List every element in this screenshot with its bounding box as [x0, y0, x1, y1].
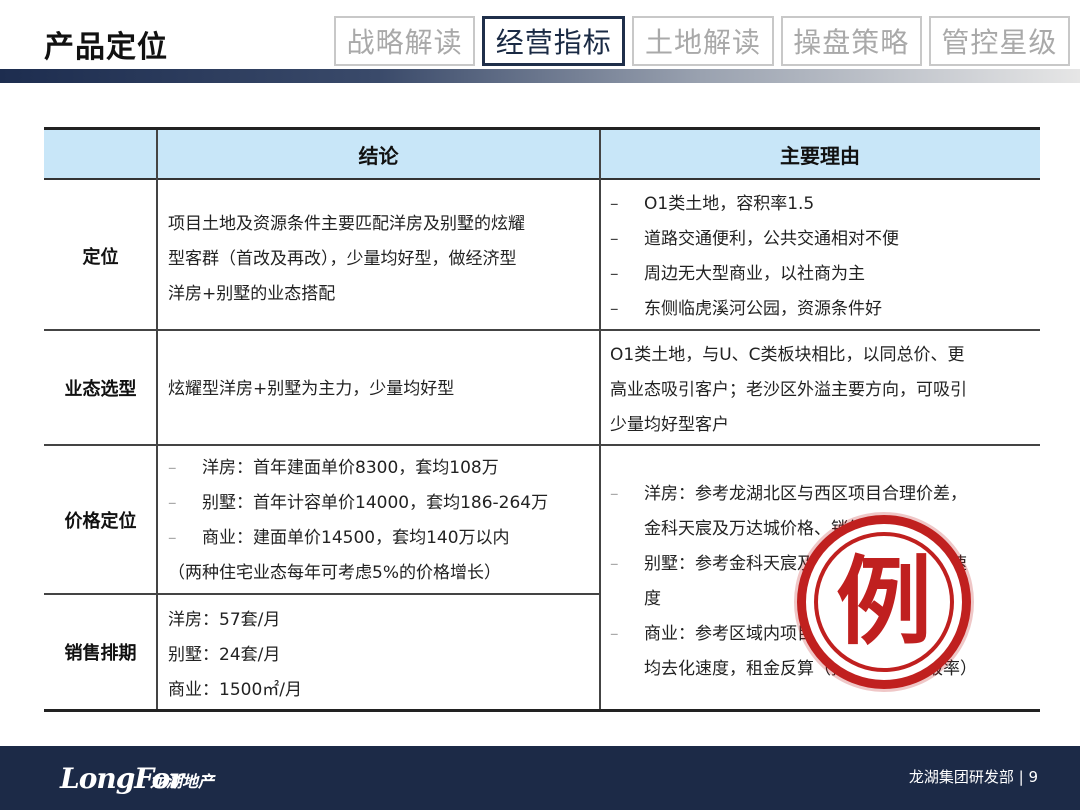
positioning-conclusion-line: 洋房+别墅的业态搭配	[168, 284, 336, 304]
positioning-conclusion-line: 项目土地及资源条件主要匹配洋房及别墅的炫耀	[168, 214, 525, 234]
row-divider-2	[44, 444, 1040, 446]
list-item: – 别墅：首年计容单价14000，套均186-264万	[168, 486, 593, 521]
format-reasons: O1类土地，与U、C类板块相比，以同总价、更 高业态吸引客户；老沙区外溢主要方向…	[610, 338, 1035, 443]
example-stamp: 例	[797, 515, 971, 689]
stamp-inner-ring: 例	[814, 532, 954, 672]
table-bottom-rule	[44, 709, 1040, 712]
header-reasons: 主要理由	[600, 130, 1040, 180]
list-item: – 东侧临虎溪河公园，资源条件好	[610, 292, 1035, 327]
stamp-char: 例	[836, 546, 932, 658]
sales-conclusion: 洋房：57套/月 别墅：24套/月 商业：1500㎡/月	[168, 603, 593, 708]
sales-line: 别墅：24套/月	[168, 645, 281, 665]
pricing-conclusion: – 洋房：首年建面单价8300，套均108万 – 别墅：首年计容单价14000，套均…	[168, 451, 593, 591]
column-divider-2	[599, 130, 601, 709]
header-conclusion: 结论	[157, 130, 600, 180]
list-item: – O1类土地，容积率1.5	[610, 187, 1035, 222]
sales-line: 商业：1500㎡/月	[168, 680, 302, 700]
section-tabs: 战略解读 经营指标 土地解读 操盘策略 管控星级	[334, 16, 1071, 66]
dash-bullet-icon: –	[168, 493, 177, 513]
format-reasons-line: 高业态吸引客户；老沙区外溢主要方向，可吸引	[610, 380, 967, 400]
row-label-positioning: 定位	[82, 246, 119, 268]
dash-bullet-icon: –	[168, 528, 177, 548]
format-reasons-line: 少量均好型客户	[610, 415, 729, 435]
dash-bullet-icon: –	[610, 229, 619, 249]
row-divider-1	[44, 329, 1040, 331]
format-reasons-line: O1类土地，与U、C类板块相比，以同总价、更	[610, 345, 965, 365]
header-corner-cell	[44, 130, 157, 180]
positioning-reasons: – O1类土地，容积率1.5 – 道路交通便利，公共交通相对不便 – 周边无大型商业，…	[610, 187, 1035, 327]
format-conclusion-text: 炫耀型洋房+别墅为主力，少量均好型	[168, 379, 455, 399]
positioning-conclusion: 项目土地及资源条件主要匹配洋房及别墅的炫耀 型客群（首改及再改），少量均好型，做…	[168, 207, 593, 312]
list-item: – 洋房：首年建面单价8300，套均108万	[168, 451, 593, 486]
dash-bullet-icon: –	[610, 194, 619, 214]
tab-operating-metrics[interactable]: 经营指标	[482, 16, 626, 66]
tab-control-rating[interactable]: 管控星级	[928, 16, 1071, 66]
list-item: – 周边无大型商业，以社商为主	[610, 257, 1035, 292]
dash-bullet-icon: –	[610, 554, 619, 574]
tab-operation-strategy[interactable]: 操盘策略	[780, 16, 922, 66]
page-title: 产品定位	[44, 30, 168, 65]
header-gradient-bar	[0, 69, 1080, 83]
dash-bullet-icon: –	[610, 299, 619, 319]
dash-bullet-icon: –	[168, 458, 177, 478]
dash-bullet-icon: –	[610, 264, 619, 284]
positioning-conclusion-line: 型客群（首改及再改），少量均好型，做经济型	[168, 249, 517, 269]
row-label-sales: 销售排期	[64, 643, 137, 664]
format-conclusion: 炫耀型洋房+别墅为主力，少量均好型	[168, 372, 593, 407]
sales-line: 洋房：57套/月	[168, 610, 281, 630]
footer-department-page: 龙湖集团研发部 | 9	[908, 768, 1038, 786]
pricing-note: （两种住宅业态每年可考虑5%的价格增长）	[168, 563, 501, 583]
list-item: – 商业：建面单价14500，套均140万以内	[168, 521, 593, 556]
tab-land[interactable]: 土地解读	[632, 16, 774, 66]
tab-strategy[interactable]: 战略解读	[334, 16, 476, 66]
longfor-logo-cn: 龙湖地产	[150, 772, 215, 791]
row-label-format: 业态选型	[64, 378, 137, 400]
footer-bar: LongFor 龙湖地产 龙湖集团研发部 | 9	[0, 746, 1080, 810]
list-item: – 道路交通便利，公共交通相对不便	[610, 222, 1035, 257]
row-label-pricing: 价格定位	[64, 510, 137, 532]
dash-bullet-icon: –	[610, 624, 619, 644]
list-item: – 洋房：参考龙湖北区与西区项目合理价差，	[610, 477, 1035, 512]
dash-bullet-icon: –	[610, 484, 619, 504]
